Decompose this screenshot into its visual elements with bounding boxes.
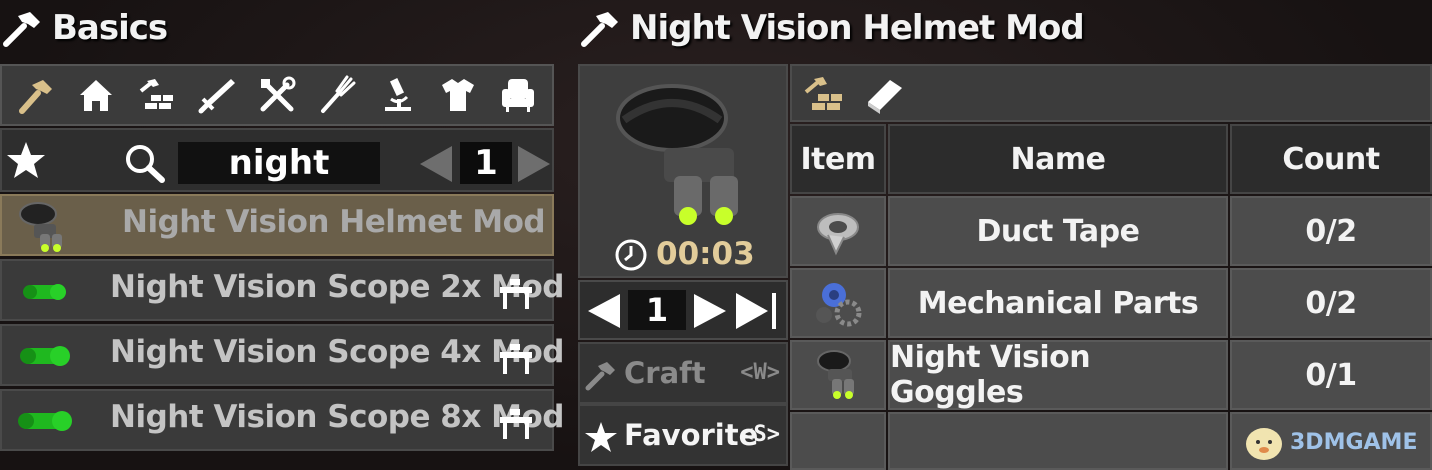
column-header-name: Name	[888, 124, 1228, 194]
panel-title-text: Night Vision Helmet Mod	[630, 8, 1085, 48]
quantity-increase-arrow-icon[interactable]	[692, 292, 728, 330]
recipe-row[interactable]: Night Vision Scope 2x Mod	[0, 259, 564, 321]
ingredient-name: Mechanical Parts	[888, 268, 1228, 338]
category-structures[interactable]	[136, 74, 178, 116]
recipe-name: Night Vision Scope 4x Mod	[110, 334, 564, 370]
quantity-max-icon[interactable]	[734, 290, 780, 332]
fork-icon	[321, 75, 356, 113]
house-icon	[80, 80, 113, 111]
night-vision-helmet-icon	[616, 84, 738, 225]
hammer-icon	[3, 12, 40, 47]
favorite-label: Favorite	[624, 418, 759, 452]
microscope-icon	[385, 78, 412, 111]
ingredient-name: Night Vision Goggles	[888, 340, 1228, 410]
craft-hotkey: <W>	[740, 360, 780, 385]
clock-icon	[615, 239, 647, 271]
category-food[interactable]	[316, 74, 358, 116]
ingredient-count: 0/1	[1230, 340, 1432, 410]
panel-title-recipe: Night Vision Helmet Mod	[578, 0, 1085, 56]
ingredient-name: Duct Tape	[888, 196, 1228, 266]
green-scope-icon	[18, 411, 72, 431]
column-header-count: Count	[1230, 124, 1432, 194]
building-icon	[139, 79, 173, 109]
column-header-item: Item	[790, 124, 886, 194]
weapon-icon	[198, 79, 235, 114]
favorites-filter-star-icon[interactable]	[6, 140, 46, 180]
duct-tape-icon	[817, 213, 859, 256]
ingredient-count: 0/2	[1230, 196, 1432, 266]
ingredient-count: 0/2	[1230, 268, 1432, 338]
recipe-name: Night Vision Scope 8x Mod	[110, 399, 564, 435]
category-decor[interactable]	[497, 74, 539, 116]
search-input[interactable]: night	[178, 142, 380, 184]
workbench-icon	[500, 344, 532, 374]
page-prev-arrow-icon[interactable]	[418, 144, 454, 184]
ingredient-icon-cell	[790, 196, 886, 266]
category-science[interactable]	[376, 74, 418, 116]
watermark: 3DMGAME	[1240, 420, 1417, 464]
recipe-row-selected[interactable]: Night Vision Helmet Mod	[0, 194, 554, 256]
craft-time: 00:03	[656, 236, 755, 272]
search-icon	[126, 145, 165, 183]
mechanical-parts-icon	[816, 283, 862, 327]
workbench-icon	[500, 279, 532, 309]
mascot-logo-icon	[1246, 428, 1282, 460]
recipe-row[interactable]: Night Vision Scope 8x Mod	[0, 389, 564, 451]
category-weapons[interactable]	[196, 74, 238, 116]
green-scope-icon	[23, 284, 66, 300]
ingredient-icon-cell	[790, 268, 886, 338]
panel-title-text: Basics	[52, 8, 168, 48]
hammer-icon	[581, 12, 618, 47]
workbench-icon	[500, 409, 532, 439]
ingredient-icon-cell	[790, 340, 886, 410]
chair-icon	[501, 79, 534, 112]
panel-title-basics: Basics	[0, 0, 168, 56]
category-building[interactable]	[75, 74, 117, 116]
empty-cell	[790, 412, 886, 470]
building-icon[interactable]	[802, 74, 846, 114]
category-bar	[0, 64, 554, 126]
tools-icon	[260, 76, 296, 112]
item-preview: 00:03	[578, 64, 788, 278]
quantity-decrease-arrow-icon[interactable]	[586, 292, 622, 330]
category-basics[interactable]	[15, 74, 57, 116]
quantity-input[interactable]: 1	[628, 290, 686, 330]
night-vision-goggles-icon	[817, 350, 854, 399]
quantity-stepper: 1	[578, 280, 788, 340]
recipe-name: Night Vision Scope 2x Mod	[110, 269, 564, 305]
recipe-row[interactable]: Night Vision Scope 4x Mod	[0, 324, 564, 386]
craft-label: Craft	[624, 356, 706, 390]
requirements-toolbar	[790, 64, 1432, 122]
favorite-hotkey: <S>	[740, 422, 780, 447]
craft-button[interactable]: Craft <W>	[578, 342, 788, 404]
page-next-arrow-icon[interactable]	[516, 144, 552, 184]
search-row: night 1	[0, 128, 554, 192]
green-scope-icon	[20, 346, 70, 366]
star-icon	[585, 422, 617, 452]
book-icon[interactable]	[862, 74, 906, 114]
category-clothing[interactable]	[437, 74, 479, 116]
category-tools[interactable]	[256, 74, 298, 116]
night-vision-helmet-icon	[19, 202, 62, 252]
favorite-button[interactable]: Favorite <S>	[578, 404, 788, 466]
watermark-text: 3DMGAME	[1290, 429, 1418, 455]
shirt-icon	[441, 79, 474, 111]
hammer-icon	[19, 80, 53, 114]
recipe-name: Night Vision Helmet Mod	[122, 204, 546, 240]
hammer-icon	[585, 362, 615, 391]
page-number[interactable]: 1	[460, 142, 512, 184]
empty-cell	[888, 412, 1228, 470]
